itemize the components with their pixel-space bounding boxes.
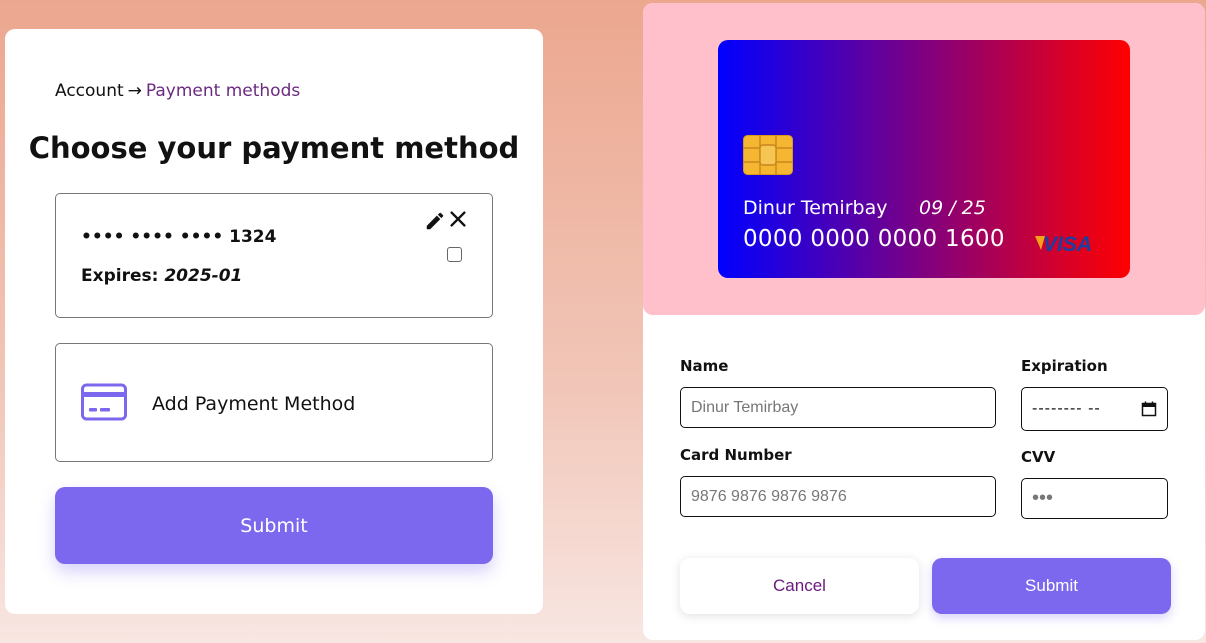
- card-preview-area: Dinur Temirbay 09 / 25 0000 0000 0000 16…: [643, 3, 1205, 315]
- expiration-label: Expiration: [1021, 357, 1108, 375]
- add-payment-method-label: Add Payment Method: [152, 393, 356, 415]
- visa-logo-icon: VISA: [1035, 233, 1092, 256]
- cvv-label: CVV: [1021, 448, 1056, 466]
- saved-card-number: •••• •••• •••• 1324: [81, 227, 277, 247]
- close-icon[interactable]: [447, 208, 469, 230]
- add-payment-method-button[interactable]: Add Payment Method: [55, 343, 493, 462]
- card-number-input[interactable]: 9876 9876 9876 9876: [680, 476, 996, 517]
- breadcrumb-account-link[interactable]: Account: [55, 81, 124, 101]
- card-expiry: 09 / 25: [919, 197, 986, 219]
- saved-card-expiry: Expires: 2025-01: [81, 266, 242, 286]
- breadcrumb-current: Payment methods: [145, 81, 301, 101]
- credit-card-preview: Dinur Temirbay 09 / 25 0000 0000 0000 16…: [718, 40, 1130, 278]
- card-submit-button[interactable]: Submit: [932, 558, 1171, 614]
- calendar-icon[interactable]: [1141, 401, 1157, 417]
- saved-card-expires-value: 2025-01: [164, 266, 243, 286]
- svg-text:VISA: VISA: [1043, 233, 1092, 256]
- card-number: 0000 0000 0000 1600: [743, 226, 1005, 252]
- page-title: Choose your payment method: [28, 131, 520, 165]
- cancel-button[interactable]: Cancel: [680, 558, 919, 614]
- pencil-icon[interactable]: [424, 210, 446, 232]
- card-number-label: Card Number: [680, 446, 792, 464]
- breadcrumb: Account → Payment methods: [55, 81, 300, 101]
- saved-card-expires-label: Expires:: [81, 266, 159, 286]
- card-holder-name: Dinur Temirbay: [743, 197, 888, 219]
- submit-button[interactable]: Submit: [55, 487, 493, 564]
- saved-card[interactable]: •••• •••• •••• 1324 Expires: 2025-01: [55, 193, 493, 318]
- chip-icon: [743, 135, 793, 175]
- name-input[interactable]: Dinur Temirbay: [680, 387, 996, 428]
- card-form-panel: Dinur Temirbay 09 / 25 0000 0000 0000 16…: [643, 3, 1205, 640]
- payment-methods-panel: Account → Payment methods Choose your pa…: [5, 29, 543, 614]
- expiration-input[interactable]: -------- --: [1021, 387, 1168, 431]
- expiration-value: -------- --: [1032, 400, 1101, 417]
- name-label: Name: [680, 357, 729, 375]
- credit-card-icon: [81, 383, 127, 421]
- breadcrumb-separator: →: [127, 81, 142, 101]
- saved-card-checkbox[interactable]: [447, 247, 462, 262]
- cvv-input[interactable]: •••: [1021, 478, 1168, 519]
